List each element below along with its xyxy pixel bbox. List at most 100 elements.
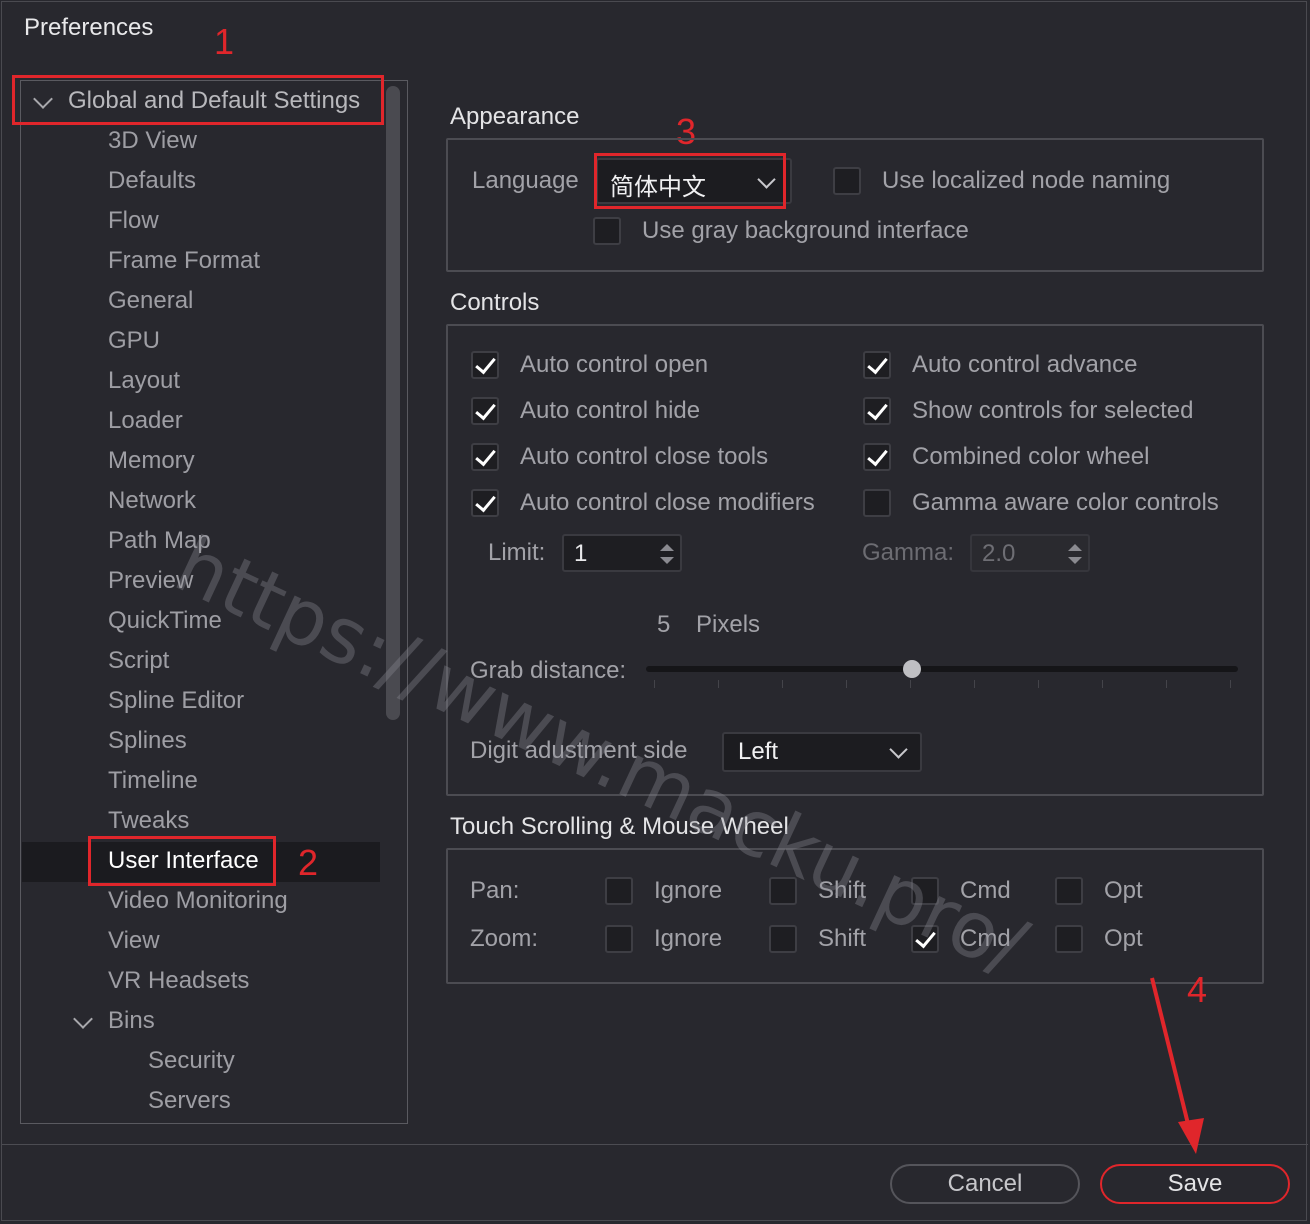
zoom-opt-checkbox[interactable] (1055, 925, 1083, 953)
tree-item[interactable]: Script (108, 646, 169, 676)
zoom-label: Zoom: (470, 925, 539, 952)
slider-tick (1102, 680, 1103, 688)
tree-item[interactable]: Splines (108, 726, 187, 756)
pan-ignore-checkbox[interactable] (605, 877, 633, 905)
tree-item[interactable]: QuickTime (108, 606, 222, 636)
control-checkbox-label: Auto control close tools (520, 443, 769, 470)
tree-item[interactable]: Path Map (108, 526, 211, 556)
tree-item[interactable]: Network (108, 486, 196, 516)
slider-tick (974, 680, 975, 688)
tree-item[interactable]: Timeline (108, 766, 198, 796)
limit-value: 1 (574, 540, 588, 567)
tree-item[interactable]: Tweaks (108, 806, 189, 836)
slider-tick (846, 680, 847, 688)
cancel-button[interactable]: Cancel (890, 1164, 1080, 1204)
pan-option-label: Opt (1104, 877, 1143, 904)
tree-item[interactable]: General (108, 286, 193, 316)
zoom-cmd-checkbox[interactable] (911, 925, 939, 953)
tree-item[interactable]: VR Headsets (108, 966, 249, 996)
spin-up-icon[interactable] (1068, 544, 1082, 551)
grab-distance-slider[interactable] (646, 666, 1238, 672)
tree-item[interactable]: Loader (108, 406, 183, 436)
control-checkbox-label: Gamma aware color controls (912, 489, 1219, 516)
slider-tick (1230, 680, 1231, 688)
tree-item[interactable]: Flow (108, 206, 159, 236)
tree-item-bins[interactable]: Bins (108, 1006, 155, 1036)
control-checkbox-label: Combined color wheel (912, 443, 1150, 470)
tree-item[interactable]: Memory (108, 446, 195, 476)
gamma-value: 2.0 (982, 540, 1016, 567)
control-checkbox-label: Auto control close modifiers (520, 489, 815, 516)
pan-label: Pan: (470, 877, 520, 904)
slider-tick (1038, 680, 1039, 688)
slider-tick (782, 680, 783, 688)
control-checkbox[interactable] (471, 351, 499, 379)
save-button[interactable]: Save (1100, 1164, 1290, 1204)
spin-up-icon[interactable] (660, 544, 674, 551)
tree-item[interactable]: Security (148, 1046, 235, 1076)
pan-option-label: Shift (818, 877, 867, 904)
tree-item[interactable]: GPU (108, 326, 160, 356)
localized-node-naming-label: Use localized node naming (882, 167, 1171, 194)
control-checkbox[interactable] (863, 397, 891, 425)
slider-tick (910, 680, 911, 688)
tree-item[interactable]: Spline Editor (108, 686, 244, 716)
tree-item[interactable]: Frame Format (108, 246, 260, 276)
annotation-arrow-icon (1150, 977, 1204, 1154)
control-checkbox-label: Auto control hide (520, 397, 701, 424)
pan-opt-checkbox[interactable] (1055, 877, 1083, 905)
localized-node-naming-checkbox[interactable] (833, 167, 861, 195)
window-title: Preferences (24, 14, 154, 41)
pan-option-label: Cmd (960, 877, 1011, 904)
appearance-title: Appearance (450, 103, 580, 130)
control-checkbox[interactable] (471, 489, 499, 517)
gray-background-checkbox[interactable] (593, 217, 621, 245)
tree-item[interactable]: Layout (108, 366, 180, 396)
annotation-box-3 (594, 153, 786, 209)
control-checkbox-label: Show controls for selected (912, 397, 1194, 424)
control-checkbox[interactable] (863, 443, 891, 471)
limit-spinbox[interactable]: 1 (562, 534, 682, 572)
control-checkbox-label: Auto control advance (912, 351, 1138, 378)
appearance-group (446, 138, 1264, 272)
slider-tick (654, 680, 655, 688)
digit-adjustment-label: Digit adustment side (470, 737, 688, 764)
control-checkbox[interactable] (471, 443, 499, 471)
pan-shift-checkbox[interactable] (769, 877, 797, 905)
grab-distance-value: 5 (657, 611, 671, 638)
control-checkbox[interactable] (863, 489, 891, 517)
tree-item[interactable]: View (108, 926, 160, 956)
zoom-shift-checkbox[interactable] (769, 925, 797, 953)
spin-down-icon[interactable] (1068, 557, 1082, 564)
zoom-option-label: Shift (818, 925, 867, 952)
touch-scrolling-title: Touch Scrolling & Mouse Wheel (450, 813, 789, 840)
tree-item[interactable]: Preview (108, 566, 193, 596)
slider-tick (1166, 680, 1167, 688)
zoom-option-label: Cmd (960, 925, 1011, 952)
touch-scrolling-group (446, 848, 1264, 984)
pan-option-label: Ignore (654, 877, 723, 904)
annotation-box-2 (88, 836, 276, 886)
tree-item[interactable]: Video Monitoring (108, 886, 288, 916)
digit-adjustment-value: Left (738, 738, 779, 765)
spin-down-icon[interactable] (660, 557, 674, 564)
limit-label: Limit: (488, 539, 546, 566)
control-checkbox-label: Auto control open (520, 351, 709, 378)
pan-cmd-checkbox[interactable] (911, 877, 939, 905)
control-checkbox[interactable] (863, 351, 891, 379)
tree-item[interactable]: Servers (148, 1086, 231, 1116)
language-label: Language (472, 167, 579, 194)
annotation-number-1: 1 (214, 21, 235, 62)
controls-title: Controls (450, 289, 540, 316)
zoom-option-label: Opt (1104, 925, 1143, 952)
gray-background-label: Use gray background interface (642, 217, 969, 244)
tree-item[interactable]: 3D View (108, 126, 197, 156)
digit-adjustment-dropdown[interactable]: Left (722, 732, 922, 772)
slider-tick (718, 680, 719, 688)
control-checkbox[interactable] (471, 397, 499, 425)
zoom-ignore-checkbox[interactable] (605, 925, 633, 953)
tree-scrollbar[interactable] (386, 86, 400, 720)
footer-divider (2, 1144, 1308, 1145)
tree-item[interactable]: Defaults (108, 166, 196, 196)
gamma-spinbox[interactable]: 2.0 (970, 534, 1090, 572)
